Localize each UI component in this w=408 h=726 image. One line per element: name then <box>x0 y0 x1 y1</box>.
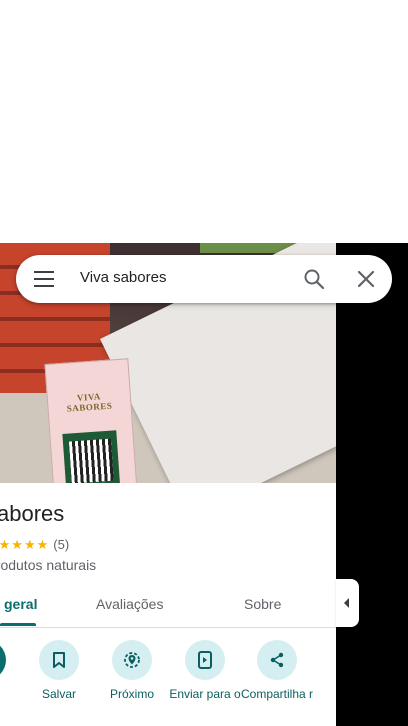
chevron-left-icon <box>344 598 349 608</box>
search-icon[interactable] <box>303 268 325 295</box>
nearby-icon <box>112 640 152 680</box>
rating-count: (5) <box>53 537 70 552</box>
rating-stars: ★★★★★ <box>0 537 50 552</box>
nearby-button[interactable]: Próximo <box>92 640 172 701</box>
collapse-panel-button[interactable] <box>336 579 359 627</box>
photo-qr-code <box>62 430 122 483</box>
tab-active-indicator <box>0 623 36 626</box>
photo-sign-logo: VIVA SABORES <box>66 391 113 414</box>
search-input[interactable]: Viva sabores <box>80 269 166 286</box>
photo-sign-stand: VIVA SABORES <box>44 358 140 483</box>
directions-icon <box>0 640 6 680</box>
menu-icon[interactable] <box>34 271 54 287</box>
search-bar[interactable]: Viva sabores <box>16 255 392 303</box>
send-to-phone-icon <box>185 640 225 680</box>
rating-row[interactable]: ★★★★★(5) <box>0 537 69 553</box>
tab-bar: geral Avaliações Sobre <box>0 583 336 628</box>
tab-overview[interactable]: geral <box>4 596 37 612</box>
share-icon <box>257 640 297 680</box>
tab-reviews[interactable]: Avaliações <box>96 596 163 612</box>
place-panel: VIVA SABORES sabores ★★★★★(5) produtos n… <box>0 243 336 726</box>
bookmark-icon <box>39 640 79 680</box>
save-button[interactable]: Salvar <box>19 640 99 701</box>
place-title: sabores <box>0 501 65 526</box>
tab-about[interactable]: Sobre <box>244 596 281 612</box>
close-icon[interactable] <box>355 268 377 295</box>
place-category[interactable]: produtos naturais <box>0 557 96 573</box>
share-button[interactable]: Compartilha r <box>237 640 317 701</box>
send-to-phone-button[interactable]: Enviar para o <box>165 640 245 701</box>
map-area[interactable] <box>336 243 408 726</box>
